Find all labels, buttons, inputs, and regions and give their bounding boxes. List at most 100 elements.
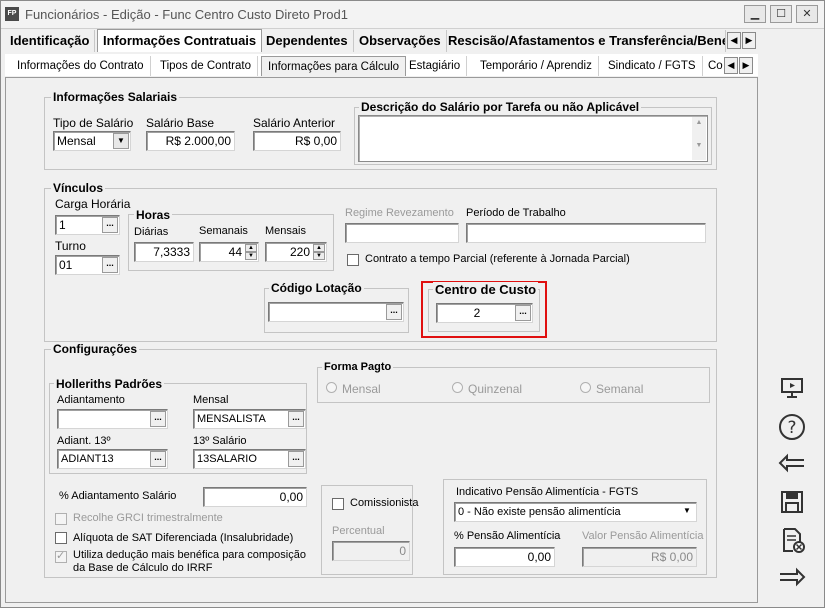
minimize-button[interactable]: ▁ xyxy=(744,5,766,23)
vinculos-title: Vínculos xyxy=(51,181,106,195)
periodo-input[interactable] xyxy=(466,223,706,243)
tab-informacoes-contratuais[interactable]: Informações Contratuais xyxy=(97,29,263,52)
salario-base-input[interactable]: R$ 2.000,00 xyxy=(146,131,235,151)
lotacao-title: Código Lotação xyxy=(269,281,364,295)
diarias-label: Diárias xyxy=(134,226,169,238)
salario-anterior-label: Salário Anterior xyxy=(253,116,336,130)
tab-identificacao[interactable]: Identificação xyxy=(5,30,96,52)
centro-custo-group: Centro de Custo 2 ... xyxy=(428,282,540,332)
grci-checkbox[interactable] xyxy=(55,513,67,525)
close-button[interactable]: ✕ xyxy=(796,5,818,23)
radio-mensal-label: Mensal xyxy=(342,382,381,396)
salario-base-label: Salário Base xyxy=(146,116,215,130)
cancel-document-icon[interactable] xyxy=(775,527,809,557)
subtab-temporario[interactable]: Temporário / Aprendiz xyxy=(474,56,599,76)
ellipsis-icon[interactable]: ... xyxy=(288,411,304,427)
subtab-informacoes-contrato[interactable]: Informações do Contrato xyxy=(11,56,151,76)
deducao-checkbox[interactable] xyxy=(55,549,67,563)
parcial-checkbox[interactable] xyxy=(347,254,359,266)
semanais-input[interactable]: 44 ▲ ▼ xyxy=(199,242,259,262)
tab-rescisao[interactable]: Rescisão/Afastamentos e Transferência/Be… xyxy=(443,30,726,52)
tabs-scroll-right-icon[interactable]: ▶ xyxy=(742,32,756,49)
mensais-input[interactable]: 220 ▲ ▼ xyxy=(265,242,327,262)
chevron-down-icon[interactable]: ▼ xyxy=(113,133,129,149)
carga-horaria-value: 1 xyxy=(59,218,66,232)
turno-label: Turno xyxy=(55,239,86,253)
perc-adiant-label: % Adiantamento Salário xyxy=(59,490,177,502)
spin-up-icon[interactable]: ▲ xyxy=(313,244,325,252)
sub-tabs: Informações do Contrato Tipos de Contrat… xyxy=(5,54,758,76)
adiant13-label: Adiant. 13º xyxy=(57,435,111,447)
tabs-scroll-left-icon[interactable]: ◀ xyxy=(727,32,741,49)
ellipsis-icon[interactable]: ... xyxy=(150,451,166,467)
subtabs-scroll-right-icon[interactable]: ▶ xyxy=(739,57,753,74)
comissionista-checkbox[interactable] xyxy=(332,498,344,510)
save-icon[interactable] xyxy=(775,489,809,519)
radio-semanal[interactable] xyxy=(580,382,591,393)
tab-dependentes[interactable]: Dependentes xyxy=(261,30,354,52)
adiantamento-input[interactable]: ... xyxy=(57,409,168,429)
parcial-label: Contrato a tempo Parcial (referente à Jo… xyxy=(365,253,630,265)
spin-down-icon[interactable]: ▼ xyxy=(245,252,257,260)
lotacao-input[interactable]: ... xyxy=(268,302,404,322)
sat-label: Alíquota de SAT Diferenciada (Insalubrid… xyxy=(73,532,294,544)
salario-anterior-input[interactable]: R$ 0,00 xyxy=(253,131,341,151)
forma-pagto-group: Forma Pagto Mensal Quinzenal Semanal xyxy=(317,361,710,403)
mensal-input[interactable]: MENSALISTA ... xyxy=(193,409,306,429)
forma-pagto-title: Forma Pagto xyxy=(322,361,394,373)
ellipsis-icon[interactable]: ... xyxy=(102,217,118,233)
salariais-group: Informações Salariais Tipo de Salário Me… xyxy=(44,90,717,170)
spin-up-icon[interactable]: ▲ xyxy=(245,244,257,252)
app-icon: FP xyxy=(5,7,19,21)
spin-down-icon[interactable]: ▼ xyxy=(313,252,325,260)
maximize-button[interactable]: ☐ xyxy=(770,5,792,23)
regime-input[interactable] xyxy=(345,223,459,243)
pensao-ind-select[interactable]: 0 - Não existe pensão alimentícia ▼ xyxy=(454,502,697,522)
descricao-textarea[interactable]: ▲ ▼ xyxy=(358,115,708,162)
radio-quinzenal[interactable] xyxy=(452,382,463,393)
ellipsis-icon[interactable]: ... xyxy=(288,451,304,467)
adiant13-input[interactable]: ADIANT13 ... xyxy=(57,449,168,469)
chevron-down-icon[interactable]: ▼ xyxy=(679,504,695,520)
sat-checkbox[interactable] xyxy=(55,532,67,544)
centro-custo-input[interactable]: 2 ... xyxy=(436,303,533,323)
deducao-label: Utiliza dedução mais benéfica para compo… xyxy=(73,549,306,574)
diarias-input[interactable]: 7,3333 xyxy=(134,242,194,262)
perc-adiant-input[interactable]: 0,00 xyxy=(203,487,307,507)
subtab-tipos-contrato[interactable]: Tipos de Contrato xyxy=(154,56,258,76)
valor-pensao-input[interactable]: R$ 0,00 xyxy=(582,547,697,567)
pensao-group: Indicativo Pensão Alimentícia - FGTS 0 -… xyxy=(443,479,707,575)
subtabs-scroll-left-icon[interactable]: ◀ xyxy=(724,57,738,74)
subtab-estagiario[interactable]: Estagiário xyxy=(403,56,468,76)
percentual-input[interactable]: 0 xyxy=(332,541,410,561)
help-icon[interactable]: ? xyxy=(775,413,809,443)
presentation-icon[interactable] xyxy=(775,375,809,405)
adiant13-value: ADIANT13 xyxy=(61,453,114,465)
carga-horaria-input[interactable]: 1 ... xyxy=(55,215,120,235)
descricao-scrollbar[interactable]: ▲ ▼ xyxy=(692,117,706,160)
radio-quinzenal-label: Quinzenal xyxy=(468,382,523,396)
tipo-salario-label: Tipo de Salário xyxy=(53,116,134,130)
ellipsis-icon[interactable]: ... xyxy=(386,304,402,320)
tab-observacoes[interactable]: Observações xyxy=(354,30,447,52)
turno-input[interactable]: 01 ... xyxy=(55,255,120,275)
ellipsis-icon[interactable]: ... xyxy=(150,411,166,427)
holleriths-group: Holleriths Padrões Adiantamento ... Mens… xyxy=(49,377,307,474)
valor-pensao-label: Valor Pensão Alimentícia xyxy=(582,530,704,542)
subtab-informacoes-calculo[interactable]: Informações para Cálculo xyxy=(261,56,407,76)
radio-mensal[interactable] xyxy=(326,382,337,393)
forward-arrow-icon[interactable] xyxy=(775,565,809,595)
perc-pensao-input[interactable]: 0,00 xyxy=(454,547,555,567)
ellipsis-icon[interactable]: ... xyxy=(515,305,531,321)
sal13-label: 13º Salário xyxy=(193,435,247,447)
back-arrow-icon[interactable] xyxy=(775,451,809,481)
content-panel: Informações Salariais Tipo de Salário Me… xyxy=(5,77,758,603)
turno-value: 01 xyxy=(59,258,73,272)
mensais-label: Mensais xyxy=(265,225,306,237)
tipo-salario-select[interactable]: Mensal ▼ xyxy=(53,131,131,151)
pensao-ind-value: 0 - Não existe pensão alimentícia xyxy=(458,506,621,518)
configuracoes-group: Configurações Holleriths Padrões Adianta… xyxy=(44,342,717,578)
subtab-sindicato-fgts[interactable]: Sindicato / FGTS xyxy=(602,56,703,76)
ellipsis-icon[interactable]: ... xyxy=(102,257,118,273)
sal13-input[interactable]: 13SALARIO ... xyxy=(193,449,306,469)
